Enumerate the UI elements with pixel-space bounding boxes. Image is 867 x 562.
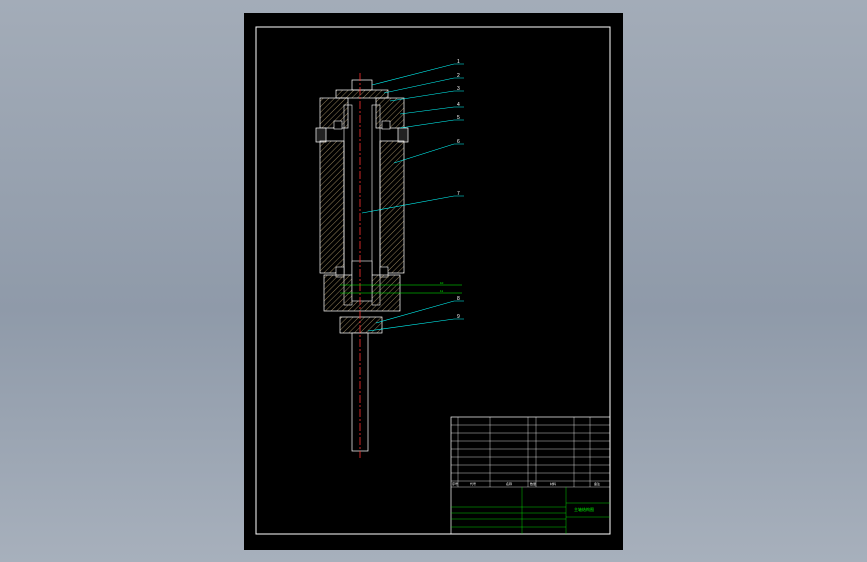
part-label-8: 8 — [457, 296, 460, 302]
part-label-10: 10 — [440, 281, 444, 285]
part-label-5: 5 — [457, 115, 460, 121]
part-label-4: 4 — [457, 102, 460, 108]
header-cell-4: 数量 — [530, 481, 536, 486]
spindle-assembly — [315, 73, 409, 458]
header-cell-1: 序号 — [452, 481, 458, 486]
header-cell-2: 代号 — [470, 481, 476, 486]
part-label-7: 7 — [457, 191, 460, 197]
part-numbers: 1 2 3 4 5 6 7 8 9 10 11 — [440, 59, 460, 320]
header-cell-6: 备注 — [594, 481, 600, 486]
part-label-6: 6 — [457, 139, 460, 145]
part-label-9: 9 — [457, 314, 460, 320]
header-cell-3: 名称 — [506, 481, 512, 486]
part-label-1: 1 — [457, 59, 460, 65]
part-label-2: 2 — [457, 73, 460, 79]
title-block: 序号 代号 名称 数量 材料 备注 主轴结构图 — [450, 416, 611, 535]
drawing-border — [255, 26, 611, 535]
drawing-title: 主轴结构图 — [574, 506, 594, 512]
part-label-11: 11 — [440, 289, 443, 293]
header-cell-5: 材料 — [550, 481, 556, 486]
cad-drawing: 1 2 3 4 5 6 7 8 9 10 11 序号 代号 名称 数量 材料 备… — [255, 26, 611, 535]
drawing-sheet: 1 2 3 4 5 6 7 8 9 10 11 序号 代号 名称 数量 材料 备… — [244, 13, 623, 550]
part-label-3: 3 — [457, 86, 460, 92]
